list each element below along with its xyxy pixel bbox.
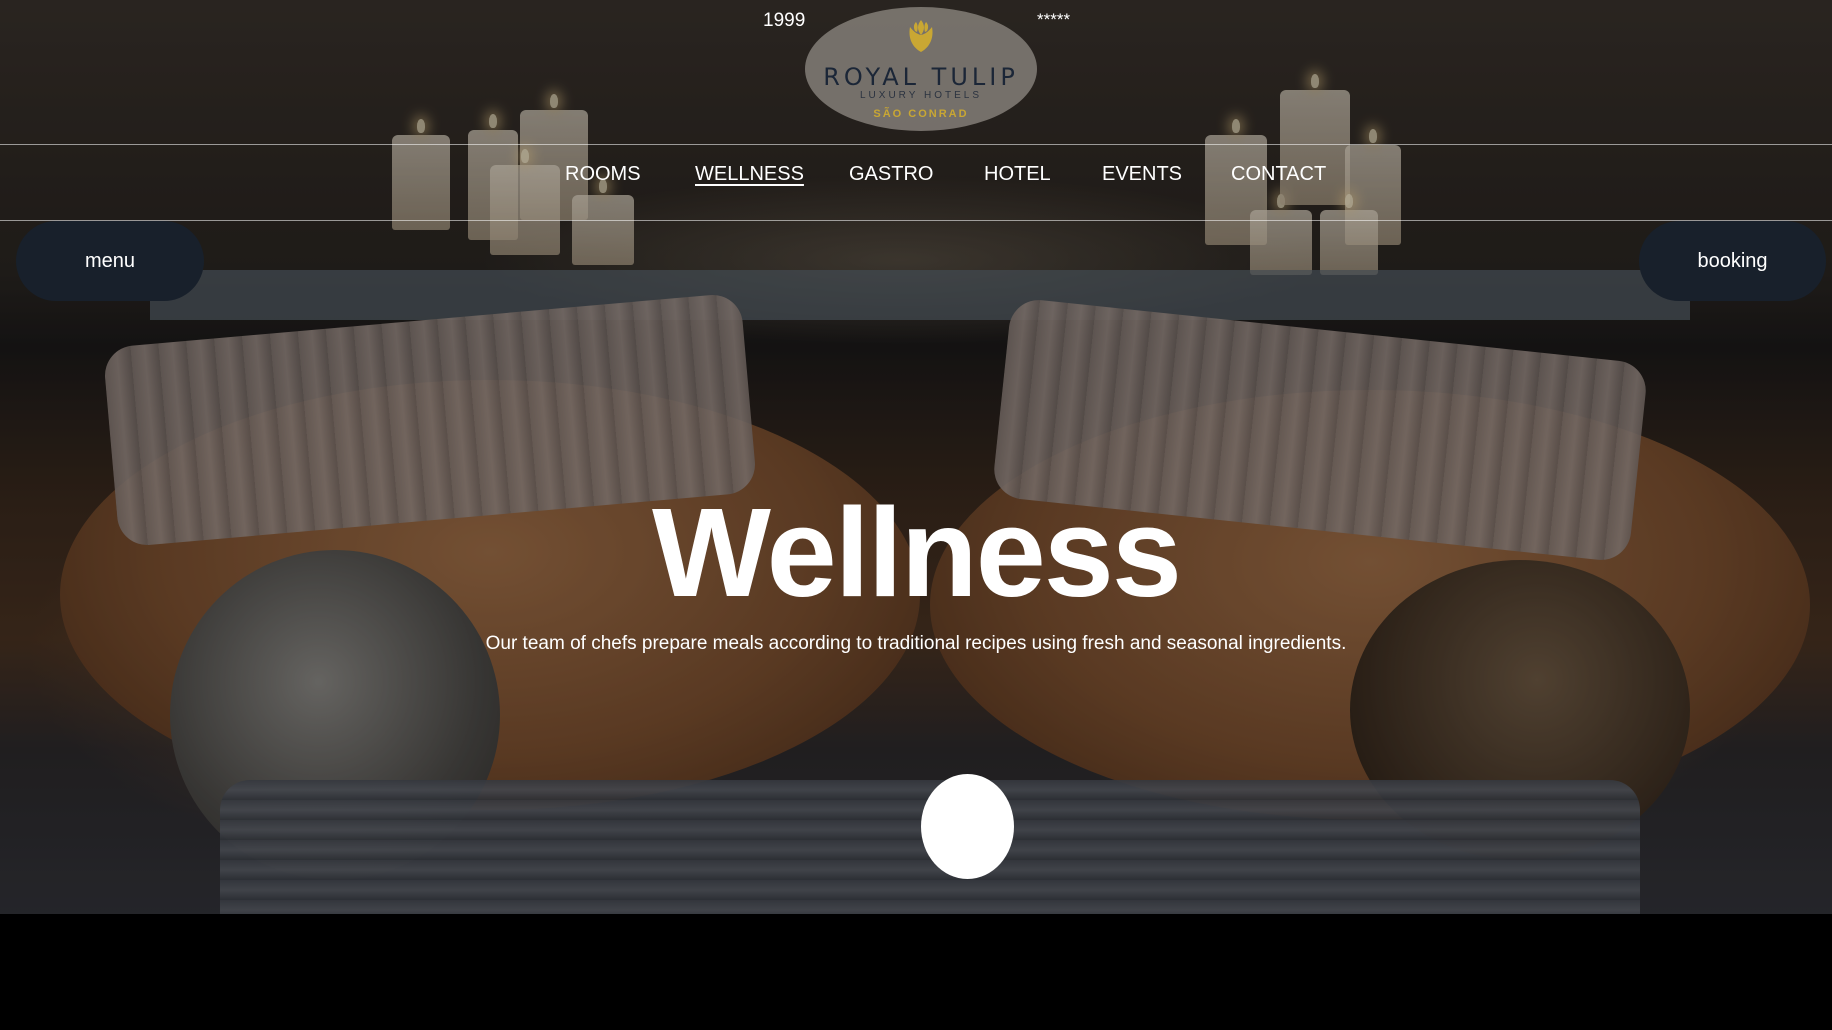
stars-rating: ***** — [1037, 10, 1071, 29]
nav-item-wellness[interactable]: WELLNESS — [695, 163, 804, 186]
hero-background-image — [0, 0, 1832, 914]
booking-button[interactable]: booking — [1639, 221, 1826, 301]
logo-subtitle: LUXURY HOTELS — [860, 90, 982, 101]
page-title: Wellness — [652, 482, 1182, 623]
tulip-icon — [909, 20, 933, 52]
hero-subtitle: Our team of chefs prepare meals accordin… — [485, 633, 1347, 654]
logo-place: SÃO CONRAD — [873, 108, 969, 120]
nav-item-events[interactable]: EVENTS — [1102, 163, 1182, 186]
year-label: 1999 — [763, 10, 806, 31]
main-nav: ROOMS WELLNESS GASTRO HOTEL EVENTS CONTA… — [0, 144, 1832, 221]
overlay-shade — [0, 0, 1832, 914]
nav-item-gastro[interactable]: GASTRO — [849, 163, 933, 186]
booking-button-label: booking — [1697, 249, 1768, 272]
scroll-down-indicator[interactable] — [921, 774, 1014, 879]
menu-button[interactable]: menu — [16, 221, 204, 301]
nav-item-hotel[interactable]: HOTEL — [984, 163, 1051, 186]
page: 1999 ***** ROYAL TULIP LUXURY HOTELS SÃO… — [0, 0, 1832, 1030]
menu-button-label: menu — [84, 249, 136, 272]
nav-item-contact[interactable]: CONTACT — [1231, 163, 1326, 186]
nav-item-rooms[interactable]: ROOMS — [565, 163, 641, 186]
logo-name: ROYAL TULIP — [823, 63, 1019, 91]
hotel-logo[interactable]: ROYAL TULIP LUXURY HOTELS SÃO CONRAD — [805, 7, 1037, 131]
